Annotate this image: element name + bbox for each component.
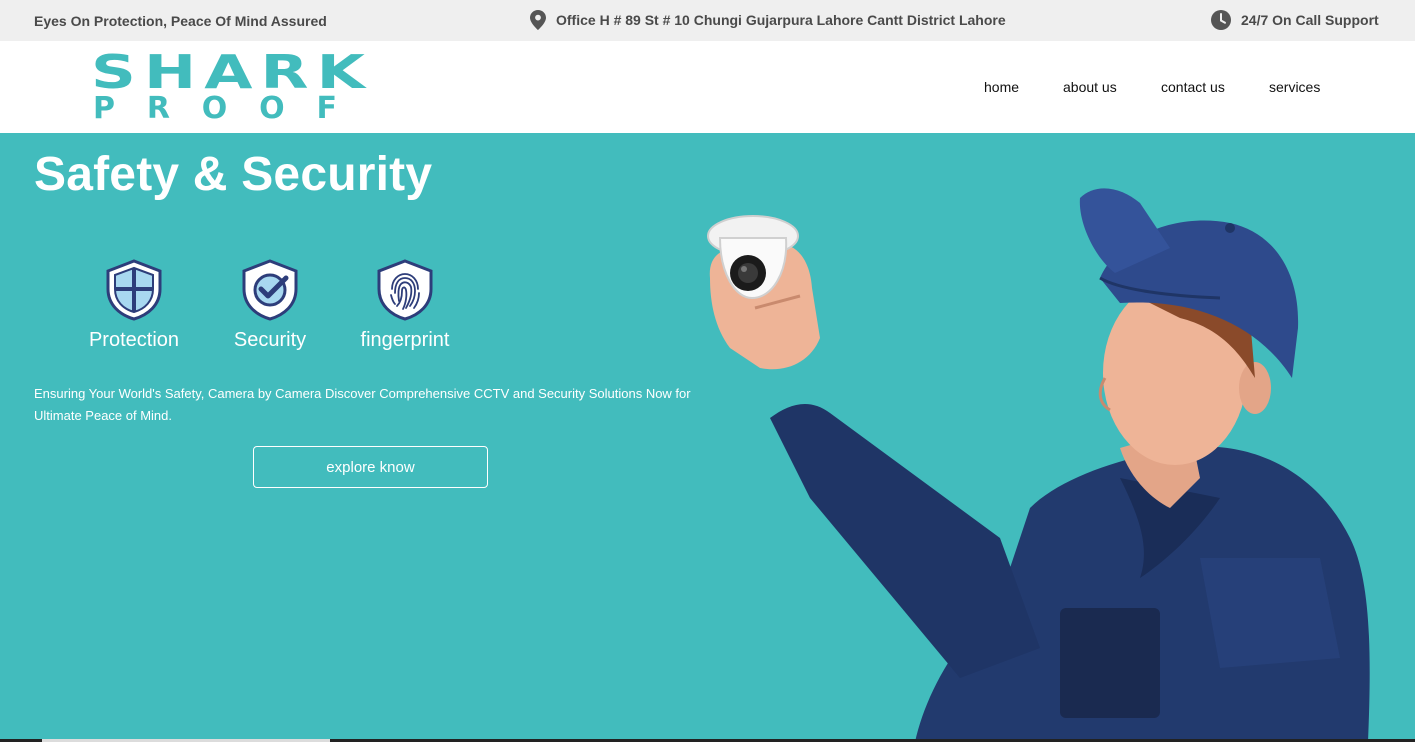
shield-fingerprint-icon [375, 259, 435, 321]
feature-fingerprint: fingerprint [335, 259, 475, 352]
address-text: Office H # 89 St # 10 Chungi Gujarpura L… [556, 12, 1006, 28]
nav-about-us[interactable]: about us [1063, 79, 1117, 95]
brand-logo[interactable]: SHARK PROOF [90, 45, 375, 126]
top-info-bar: Eyes On Protection, Peace Of Mind Assure… [0, 0, 1415, 41]
site-header: SHARK PROOF home about us contact us ser… [0, 41, 1415, 133]
tagline: Eyes On Protection, Peace Of Mind Assure… [34, 13, 327, 29]
feature-label: fingerprint [360, 329, 450, 351]
shield-check-icon [240, 259, 300, 321]
nav-services[interactable]: services [1269, 79, 1320, 95]
clock-icon [1211, 10, 1231, 30]
nav-home[interactable]: home [984, 79, 1019, 95]
technician-holding-camera-image [700, 178, 1400, 742]
support-text: 24/7 On Call Support [1241, 12, 1379, 28]
feature-security: Security [200, 259, 340, 352]
hero-description: Ensuring Your World's Safety, Camera by … [34, 386, 691, 423]
feature-label: Security [233, 329, 307, 351]
hero-title: Safety & Security [34, 148, 433, 201]
nav-contact-us[interactable]: contact us [1161, 79, 1225, 95]
support-block: 24/7 On Call Support [1211, 10, 1379, 30]
shield-cross-icon [104, 259, 164, 321]
address-block: Office H # 89 St # 10 Chungi Gujarpura L… [530, 10, 1006, 30]
explore-button[interactable]: explore know [253, 446, 488, 488]
map-pin-icon [530, 10, 546, 30]
feature-label: Protection [88, 329, 180, 351]
brand-line2: PROOF [93, 91, 371, 122]
feature-protection: Protection [64, 259, 204, 352]
hero-section: Safety & Security Protection Security fi… [0, 133, 1415, 742]
